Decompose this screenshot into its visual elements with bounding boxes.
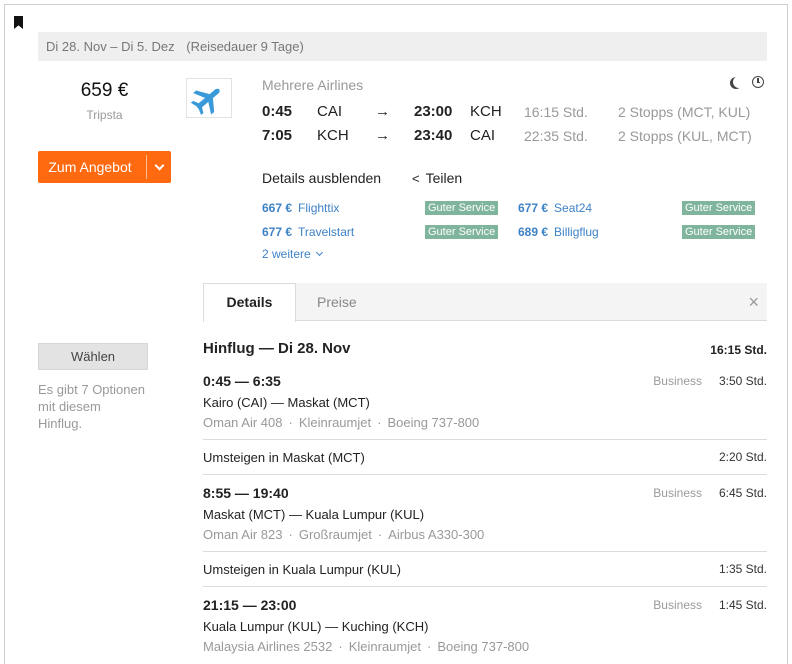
overnight-moon-icon [733, 76, 745, 88]
layover-text: Umsteigen in Kuala Lumpur (KUL) [203, 562, 401, 577]
leg-duration: 22:35 Std. [524, 128, 588, 144]
service-badge: Guter Service [425, 201, 499, 215]
divider [203, 586, 767, 587]
arrow-right-icon: → [375, 127, 390, 144]
separator-dot: · [377, 527, 383, 542]
more-offers-label: 2 weitere [262, 247, 311, 261]
separator-dot: · [426, 639, 432, 654]
segment-aircraft: Airbus A330-300 [388, 527, 485, 542]
airplane-icon [190, 88, 220, 116]
segment-class: Business [653, 486, 702, 500]
separator-dot: · [377, 415, 382, 430]
segment-route: Maskat (MCT) — Kuala Lumpur (KUL) [203, 507, 425, 522]
leg-destination: KCH [470, 103, 502, 120]
offer-provider[interactable]: Seat24 [554, 201, 592, 215]
segment-flight: Malaysia Airlines 2532 [203, 639, 333, 654]
leg-origin: CAI [317, 103, 343, 120]
tab-details[interactable]: Details [203, 283, 296, 322]
separator-dot: · [288, 415, 293, 430]
detail-tabs: Details Preise × [203, 283, 767, 322]
service-badge: Guter Service [682, 201, 756, 215]
offer-provider[interactable]: Travelstart [298, 225, 354, 239]
divider [203, 439, 767, 440]
leg-arrival-time: 23:00 [414, 103, 453, 120]
options-note: Es gibt 7 Optionen mit diesem Hinflug. [38, 382, 145, 431]
offer-price: 689 € [518, 225, 549, 239]
outbound-header: Hinflug — Di 28. Nov 16:15 Std. [203, 340, 767, 357]
segment-meta: Oman Air 408 · Kleinraumjet · Boeing 737-800 [203, 415, 479, 430]
offer-provider[interactable]: Flighttix [298, 201, 339, 215]
chevron-down-icon [316, 248, 324, 257]
offer-item[interactable]: 689 € Billigflug [518, 225, 599, 239]
offer-price: 677 € [262, 225, 293, 239]
trip-dates: Di 28. Nov – Di 5. Dez [46, 39, 175, 54]
choose-button[interactable]: Wählen [38, 343, 148, 370]
leg-departure-time: 0:45 [262, 103, 293, 120]
segment-aircraft: Boeing 737-800 [437, 639, 530, 654]
segment-duration: 1:45 Std. [718, 598, 767, 612]
deal-button[interactable]: Zum Angebot [38, 151, 171, 183]
leg-origin: KCH [317, 127, 349, 144]
offer-item[interactable]: 677 € Seat24 [518, 201, 592, 215]
segment-meta: Oman Air 823 · Großraumjet · Airbus A330-300 [203, 527, 484, 542]
deal-button-label[interactable]: Zum Angebot [38, 151, 146, 183]
leg-stops: 2 Stopps (KUL, MCT) [618, 128, 752, 144]
offer-item[interactable]: 667 € Flighttix [262, 201, 339, 215]
outbound-title: Hinflug — Di 28. Nov [203, 340, 351, 357]
segment-aircraft-type: Kleinraumjet [298, 415, 372, 430]
share-label: Teilen [425, 170, 463, 186]
service-badge: Guter Service [682, 225, 756, 239]
segment-meta: Malaysia Airlines 2532 · Kleinraumjet · Boei… [203, 639, 529, 654]
segment-flight: Oman Air 823 [203, 527, 283, 542]
segment-times: 0:45 — 6:35 [203, 373, 281, 389]
segment-duration: 3:50 Std. [718, 374, 767, 388]
offer-price: 677 € [518, 201, 549, 215]
share-icon: < [412, 171, 420, 186]
segment-aircraft-type: Kleinraumjet [348, 639, 421, 654]
airline-name: Mehrere Airlines [262, 77, 364, 93]
segment-route: Kairo (CAI) — Maskat (MCT) [203, 395, 370, 410]
leg-destination: CAI [470, 127, 496, 144]
price-provider: Tripsta [86, 108, 123, 122]
tab-prices[interactable]: Preise [317, 283, 357, 321]
arrow-right-icon: → [375, 103, 390, 120]
segment-times: 8:55 — 19:40 [203, 485, 289, 501]
leg-arrival-time: 23:40 [414, 127, 453, 144]
airline-logo [186, 78, 232, 118]
divider [203, 474, 767, 475]
layover-duration: 2:20 Std. [718, 450, 767, 464]
leg-duration: 16:15 Std. [524, 104, 588, 120]
close-icon[interactable]: × [748, 283, 759, 321]
offer-provider[interactable]: Billigflug [554, 225, 599, 239]
clock-icon [752, 76, 764, 88]
separator-dot: · [288, 527, 293, 542]
separator-dot: · [338, 639, 343, 654]
service-badge: Guter Service [425, 225, 499, 239]
outbound-total-duration: 16:15 Std. [710, 343, 767, 357]
hide-details-link[interactable]: Details ausblenden [262, 170, 381, 186]
segment-flight: Oman Air 408 [203, 415, 283, 430]
deal-dropdown-toggle[interactable] [147, 151, 171, 183]
offer-price: 667 € [262, 201, 293, 215]
trip-duration: (Reisedauer 9 Tage) [186, 39, 304, 54]
leg-departure-time: 7:05 [262, 127, 293, 144]
leg-stops: 2 Stopps (MCT, KUL) [618, 104, 751, 120]
segment-duration: 6:45 Std. [718, 486, 767, 500]
price-amount: 659 € [80, 80, 129, 101]
segment-class: Business [653, 598, 702, 612]
segment-aircraft: Boeing 737-800 [387, 415, 480, 430]
segment-aircraft-type: Großraumjet [298, 527, 372, 542]
more-offers-link[interactable]: 2 weitere [262, 247, 324, 261]
layover-duration: 1:35 Std. [718, 562, 767, 576]
chevron-down-icon [154, 160, 164, 170]
offer-item[interactable]: 677 € Travelstart [262, 225, 354, 239]
layover-text: Umsteigen in Maskat (MCT) [203, 450, 365, 465]
segment-class: Business [653, 374, 702, 388]
trip-date-bar: Di 28. Nov – Di 5. Dez (Reisedauer 9 Tag… [38, 32, 767, 61]
segment-route: Kuala Lumpur (KUL) — Kuching (KCH) [203, 619, 429, 634]
segment-times: 21:15 — 23:00 [203, 597, 297, 613]
divider [203, 551, 767, 552]
share-button[interactable]: < Teilen [412, 170, 462, 186]
